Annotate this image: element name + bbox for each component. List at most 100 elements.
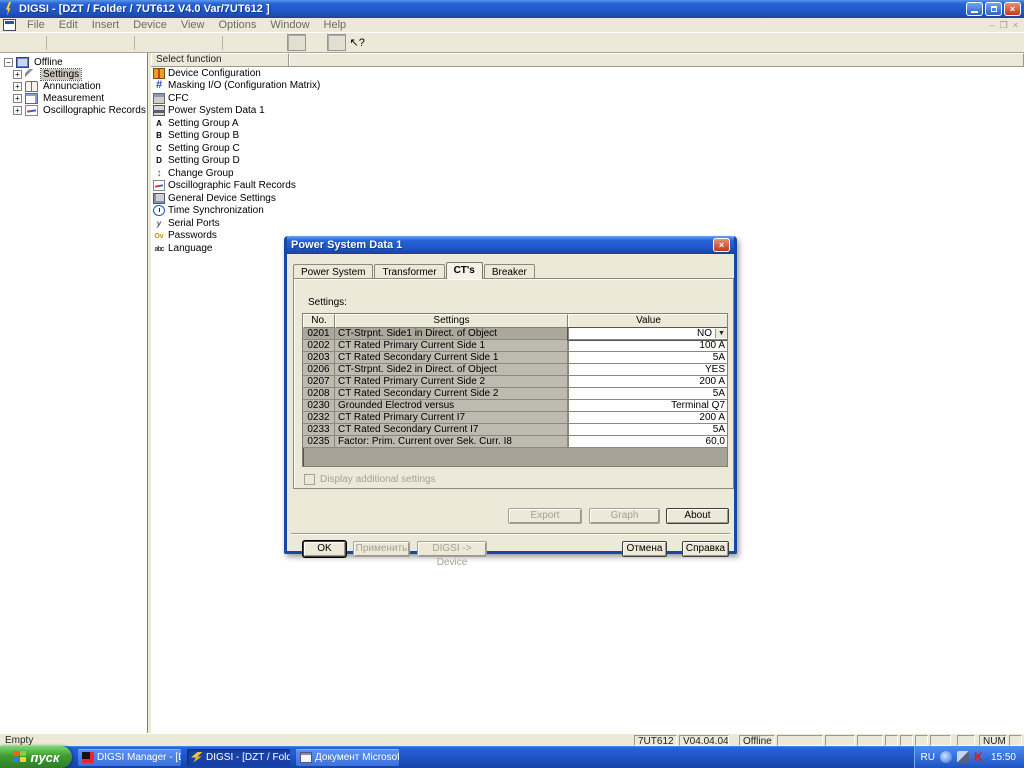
expand-icon[interactable]: + [13,70,22,79]
expand-icon[interactable]: + [13,94,22,103]
toolbar-button[interactable] [23,34,42,51]
function-list-item[interactable]: CFC [151,92,1024,105]
toolbar-button[interactable] [199,34,218,51]
settings-row[interactable]: 0233 CT Rated Secondary Current I7 5A▼ [303,424,727,436]
apply-button[interactable]: Применить [353,541,410,557]
dropdown-arrow-icon[interactable]: ▼ [715,329,727,338]
value-cell[interactable]: 60,0▼ [568,436,728,448]
toolbar-button[interactable] [247,34,266,51]
menu-item[interactable]: File [20,18,52,32]
value-cell[interactable]: 5A▼ [568,352,728,364]
function-list-item[interactable]: Setting Group D [151,155,1024,168]
settings-row[interactable]: 0207 CT Rated Primary Current Side 2 200… [303,376,727,388]
toolbar-button[interactable] [227,34,246,51]
taskbar-task[interactable]: Документ Microsoft ... [296,749,399,766]
function-list-item[interactable]: Change Group [151,167,1024,180]
minimize-button[interactable] [966,2,983,16]
value-cell[interactable]: 5A▼ [568,424,728,436]
cancel-button[interactable]: Отмена [622,541,667,557]
language-indicator[interactable]: RU [921,752,935,763]
toolbar-button[interactable] [91,34,110,51]
tree-item[interactable]: + Settings [13,68,147,80]
expand-icon[interactable]: + [13,82,22,91]
menu-item[interactable]: Device [126,18,174,32]
settings-row[interactable]: 0208 CT Rated Secondary Current Side 2 5… [303,388,727,400]
help-button[interactable]: Справка [682,541,729,557]
ok-button[interactable]: OK [303,541,346,557]
function-list-item[interactable]: Time Synchronization [151,205,1024,218]
expand-icon[interactable]: + [13,106,22,115]
function-list-item[interactable]: Oscillographic Fault Records [151,180,1024,193]
mdi-window-controls[interactable]: – ❒ × [990,20,1022,31]
tree-item[interactable]: + Measurement [13,92,147,104]
column-header-select-function[interactable]: Select function [151,53,289,66]
ti-device [330,36,344,49]
value-cell[interactable]: Terminal Q7▼ [568,400,728,412]
dialog-tab[interactable]: CT's [446,262,483,279]
toolbar-button[interactable] [327,34,346,51]
toolbar-button[interactable] [267,34,286,51]
tree-root-offline[interactable]: − Offline [4,56,147,68]
toolbar-button[interactable] [139,34,158,51]
restore-button[interactable] [985,2,1002,16]
toolbar-button[interactable] [51,34,70,51]
about-button[interactable]: About [666,508,729,524]
function-list-item[interactable]: Serial Ports [151,217,1024,230]
settings-row[interactable]: 0230 Grounded Electrod versus Terminal Q… [303,400,727,412]
function-list-item[interactable]: Setting Group A [151,117,1024,130]
network-icon[interactable] [957,751,969,763]
dialog-tab[interactable]: Power System [293,264,373,279]
menu-item[interactable]: Insert [85,18,127,32]
settings-row[interactable]: 0202 CT Rated Primary Current Side 1 100… [303,340,727,352]
toolbar-button[interactable] [159,34,178,51]
function-list-item[interactable]: Power System Data 1 [151,105,1024,118]
function-list-item[interactable]: Device Configuration [151,67,1024,80]
column-header-blank[interactable] [289,53,1024,66]
settings-row[interactable]: 0203 CT Rated Secondary Current Side 1 5… [303,352,727,364]
function-list-item[interactable]: General Device Settings [151,192,1024,205]
toolbar-button[interactable] [307,34,326,51]
settings-row[interactable]: 0206 CT-Strpnt. Side2 in Direct. of Obje… [303,364,727,376]
collapse-icon[interactable]: − [4,58,13,67]
settings-row[interactable]: 0235 Factor: Prim. Current over Sek. Cur… [303,436,727,448]
dialog-tab[interactable]: Breaker [484,264,535,279]
digsi-to-device-button[interactable]: DIGSI -> Device [417,541,487,557]
value-cell[interactable]: 5A▼ [568,388,728,400]
value-cell[interactable]: 200 A▼ [568,376,728,388]
mdi-child-icon[interactable] [3,19,16,31]
toolbar-button[interactable] [3,34,22,51]
toolbar-button[interactable] [71,34,90,51]
menu-item[interactable]: Edit [52,18,85,32]
tree-item[interactable]: + Oscillographic Records [13,104,147,116]
value-cell[interactable]: YES▼ [568,364,728,376]
display-additional-settings-checkbox[interactable] [304,474,315,485]
antivirus-icon[interactable]: K [974,751,986,763]
taskbar-task[interactable]: DIGSI Manager - [DZ... [78,749,181,766]
dialog-tab[interactable]: Transformer [374,264,444,279]
close-button[interactable]: × [1004,2,1021,16]
function-list-item[interactable]: Setting Group C [151,142,1024,155]
toolbar-button[interactable] [287,34,306,51]
value-cell[interactable]: NO▼ [568,328,728,340]
graph-button[interactable]: Graph [589,508,660,524]
start-button[interactable]: пуск [0,746,72,768]
tray-app-icon[interactable] [940,751,952,763]
device-tree: − Offline + Settings + Annunciation + Me… [0,53,148,733]
menu-item[interactable]: Options [212,18,264,32]
export-button[interactable]: Export [508,508,582,524]
toolbar-button[interactable]: ↖? [347,34,366,51]
tree-item[interactable]: + Annunciation [13,80,147,92]
toolbar-button[interactable] [111,34,130,51]
taskbar-task[interactable]: DIGSI - [DZT / Folder ... [187,749,290,766]
function-list-item[interactable]: Masking I/O (Configuration Matrix) [151,80,1024,93]
function-list-item[interactable]: Setting Group B [151,130,1024,143]
settings-row[interactable]: 0201 CT-Strpnt. Side1 in Direct. of Obje… [303,328,727,340]
value-cell[interactable]: 100 A▼ [568,340,728,352]
menu-item[interactable]: View [174,18,212,32]
toolbar-button[interactable] [179,34,198,51]
menu-item[interactable]: Help [317,18,354,32]
settings-row[interactable]: 0232 CT Rated Primary Current I7 200 A▼ [303,412,727,424]
value-cell[interactable]: 200 A▼ [568,412,728,424]
menu-item[interactable]: Window [263,18,316,32]
dialog-close-button[interactable]: × [713,238,730,252]
